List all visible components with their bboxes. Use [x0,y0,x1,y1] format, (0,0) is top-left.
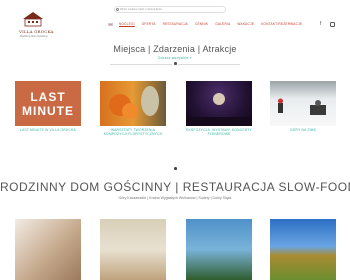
section-title-restaurant: RODZINNY DOM GOŚCINNY | RESTAURACJA SLOW… [0,180,350,194]
divider-dot [174,62,177,65]
logo-subtitle: Rodzinny Dom Gościnny [20,35,48,38]
nav-item-wakacje[interactable]: Wakacje [237,22,254,26]
nav-item-cennik[interactable]: Cennik [195,22,208,26]
search-icon [116,8,119,11]
last-minute-text-2: MINUTE [22,104,74,118]
concert-image-icon [186,93,252,126]
event-tile-koncerty[interactable]: Ekspozycja, wystawy, koncerty plenerowe [186,81,252,136]
last-minute-text-1: LAST [30,90,66,104]
room-photo[interactable] [100,219,166,280]
landscape-photo[interactable] [270,219,336,280]
kids-cycling-photo[interactable] [186,219,252,280]
header: VILLA GROCKA Rodzinny Dom Gościnny Wpisz… [0,0,350,50]
see-all-link[interactable]: Zobacz wszystkie » [0,56,350,60]
nav-item-oferta[interactable]: Oferta [142,22,156,26]
facebook-icon[interactable]: f [320,21,321,27]
tile-caption[interactable]: Last minute w Villa Grocka [15,128,81,132]
search-input[interactable]: Wpisz szukane hasło i naciśnij Enter [114,6,226,13]
event-tile-florystyka[interactable]: Warsztaty tworzenia kompozycji florystyc… [100,81,166,136]
logo-name: VILLA GROCKA [19,29,54,34]
nav-item-restauracja[interactable]: Restauracja [163,22,188,26]
nav-item-noclegi[interactable]: Noclegi [119,22,135,26]
search-placeholder: Wpisz szukane hasło i naciśnij Enter [120,8,162,11]
nav-item-kontakt[interactable]: Kontakt/Rezerwacje [261,22,302,26]
main-nav: Noclegi Oferta Restauracja Cennik Galeri… [108,20,309,28]
logo[interactable]: VILLA GROCKA Rodzinny Dom Gościnny [19,11,54,41]
pumpkin-image-icon [109,86,159,119]
tile-caption[interactable]: Góry na zimę [270,128,336,132]
last-minute-image: LAST MINUTE [15,81,81,126]
event-tile-last-minute[interactable]: LAST MINUTE Last minute w Villa Grocka [15,81,81,132]
polish-flag-icon[interactable] [108,22,113,26]
tile-caption[interactable]: Ekspozycja, wystawy, koncerty plenerowe [186,128,252,136]
zima-image [270,81,336,126]
section-title-events: Miejsca | Zdarzenia | Atrakcje [113,44,237,54]
koncerty-image [186,81,252,126]
winter-image-icon [278,98,326,115]
tile-caption[interactable]: Warsztaty tworzenia kompozycji florystyc… [100,128,166,136]
section-divider-dot [174,167,177,170]
event-tile-zima[interactable]: Góry na zimę [270,81,336,132]
food-photo[interactable] [15,219,81,280]
villa-logo-icon [23,12,43,27]
section-subtitle-region: Góry Kaczawskie | Kraina Wygasłych Wulka… [118,196,232,200]
florystyka-image [100,81,166,126]
nav-item-galeria[interactable]: Galeria [215,22,230,26]
instagram-icon[interactable] [330,22,335,27]
